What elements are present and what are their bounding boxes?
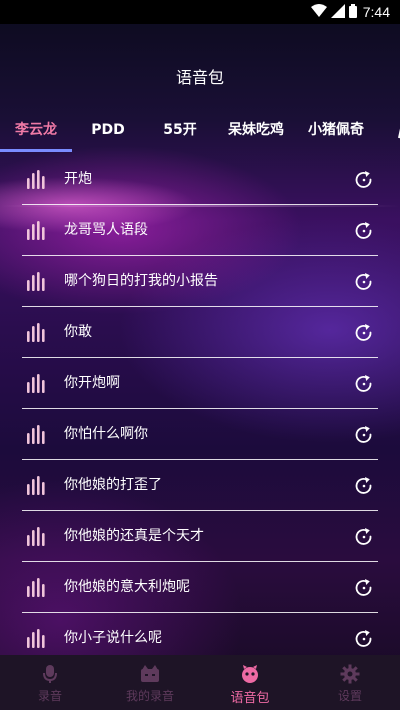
sound-row[interactable]: 你他娘的打歪了 bbox=[22, 460, 378, 511]
audio-bars-icon bbox=[26, 374, 46, 394]
tab-55kai[interactable]: 55开 bbox=[144, 112, 216, 150]
replay-icon[interactable] bbox=[354, 170, 374, 190]
status-time: 7:44 bbox=[362, 4, 390, 20]
nav-label: 设置 bbox=[337, 689, 362, 703]
sound-label: 你他娘的还真是个天才 bbox=[64, 528, 204, 544]
tab-overflow-hint[interactable] bbox=[396, 112, 400, 150]
replay-icon[interactable] bbox=[354, 323, 374, 343]
microphone-icon bbox=[40, 664, 60, 684]
tab-daimei[interactable]: 呆妹吃鸡 bbox=[216, 112, 296, 150]
sound-label: 你开炮啊 bbox=[64, 375, 120, 391]
sound-list: 开炮龙哥骂人语段哪个狗日的打我的小报告 你敢你开炮啊你怕什么啊你 你他娘的打歪了你他… bbox=[22, 154, 378, 664]
tab-pdd[interactable]: PDD bbox=[72, 112, 144, 150]
sound-label: 你敢 bbox=[64, 324, 92, 340]
audio-bars-icon bbox=[26, 272, 46, 292]
category-tabs: 李云龙 PDD 55开 呆妹吃鸡 小猪佩奇 bbox=[0, 112, 400, 152]
sound-row[interactable]: 你他娘的还真是个天才 bbox=[22, 511, 378, 562]
sound-row[interactable]: 龙哥骂人语段 bbox=[22, 205, 378, 256]
sound-label: 开炮 bbox=[64, 171, 92, 187]
nav-label: 我的录音 bbox=[125, 689, 174, 703]
audio-bars-icon bbox=[26, 425, 46, 445]
sound-row[interactable]: 你开炮啊 bbox=[22, 358, 378, 409]
replay-icon[interactable] bbox=[354, 374, 374, 394]
sound-label: 你他娘的打歪了 bbox=[64, 477, 162, 493]
sound-row[interactable]: 你他娘的意大利炮呢 bbox=[22, 562, 378, 613]
sound-label: 你他娘的意大利炮呢 bbox=[64, 579, 190, 595]
nav-my-recordings[interactable]: 我的录音 bbox=[100, 655, 200, 710]
replay-icon[interactable] bbox=[354, 221, 374, 241]
replay-icon[interactable] bbox=[354, 629, 374, 649]
page-title: 语音包 bbox=[175, 68, 224, 87]
voice-pack-icon bbox=[240, 664, 260, 684]
status-bar: 7:44 bbox=[0, 0, 400, 24]
audio-bars-icon bbox=[26, 323, 46, 343]
audio-bars-icon bbox=[26, 629, 46, 649]
sound-label: 你怕什么啊你 bbox=[64, 426, 148, 442]
replay-icon[interactable] bbox=[354, 578, 374, 598]
nav-voice-pack[interactable]: 语音包 bbox=[200, 655, 300, 710]
audio-bars-icon bbox=[26, 578, 46, 598]
wifi-icon bbox=[310, 3, 327, 22]
replay-icon[interactable] bbox=[354, 476, 374, 496]
gear-icon bbox=[340, 664, 360, 684]
sound-row[interactable]: 你怕什么啊你 bbox=[22, 409, 378, 460]
replay-icon[interactable] bbox=[354, 425, 374, 445]
sound-row[interactable]: 哪个狗日的打我的小报告 bbox=[22, 256, 378, 307]
sound-row[interactable]: 开炮 bbox=[22, 154, 378, 205]
tab-indicator bbox=[0, 149, 72, 152]
sound-row[interactable]: 你敢 bbox=[22, 307, 378, 358]
replay-icon[interactable] bbox=[354, 272, 374, 292]
nav-label: 语音包 bbox=[230, 691, 270, 706]
bottom-nav: 录音 我的录音 语音包 设置 bbox=[0, 655, 400, 710]
audio-bars-icon bbox=[26, 476, 46, 496]
replay-icon[interactable] bbox=[354, 527, 374, 547]
nav-label: 录音 bbox=[37, 689, 62, 703]
sound-label: 龙哥骂人语段 bbox=[64, 222, 148, 238]
tab-peppa[interactable]: 小猪佩奇 bbox=[296, 112, 376, 150]
my-recordings-icon bbox=[140, 664, 160, 684]
tab-li-yunlong[interactable]: 李云龙 bbox=[0, 112, 72, 150]
nav-settings[interactable]: 设置 bbox=[300, 655, 400, 710]
signal-icon bbox=[330, 3, 345, 22]
battery-icon bbox=[348, 3, 357, 22]
audio-bars-icon bbox=[26, 170, 46, 190]
audio-bars-icon bbox=[26, 221, 46, 241]
audio-bars-icon bbox=[26, 527, 46, 547]
nav-record[interactable]: 录音 bbox=[0, 655, 100, 710]
sound-label: 哪个狗日的打我的小报告 bbox=[64, 273, 218, 289]
